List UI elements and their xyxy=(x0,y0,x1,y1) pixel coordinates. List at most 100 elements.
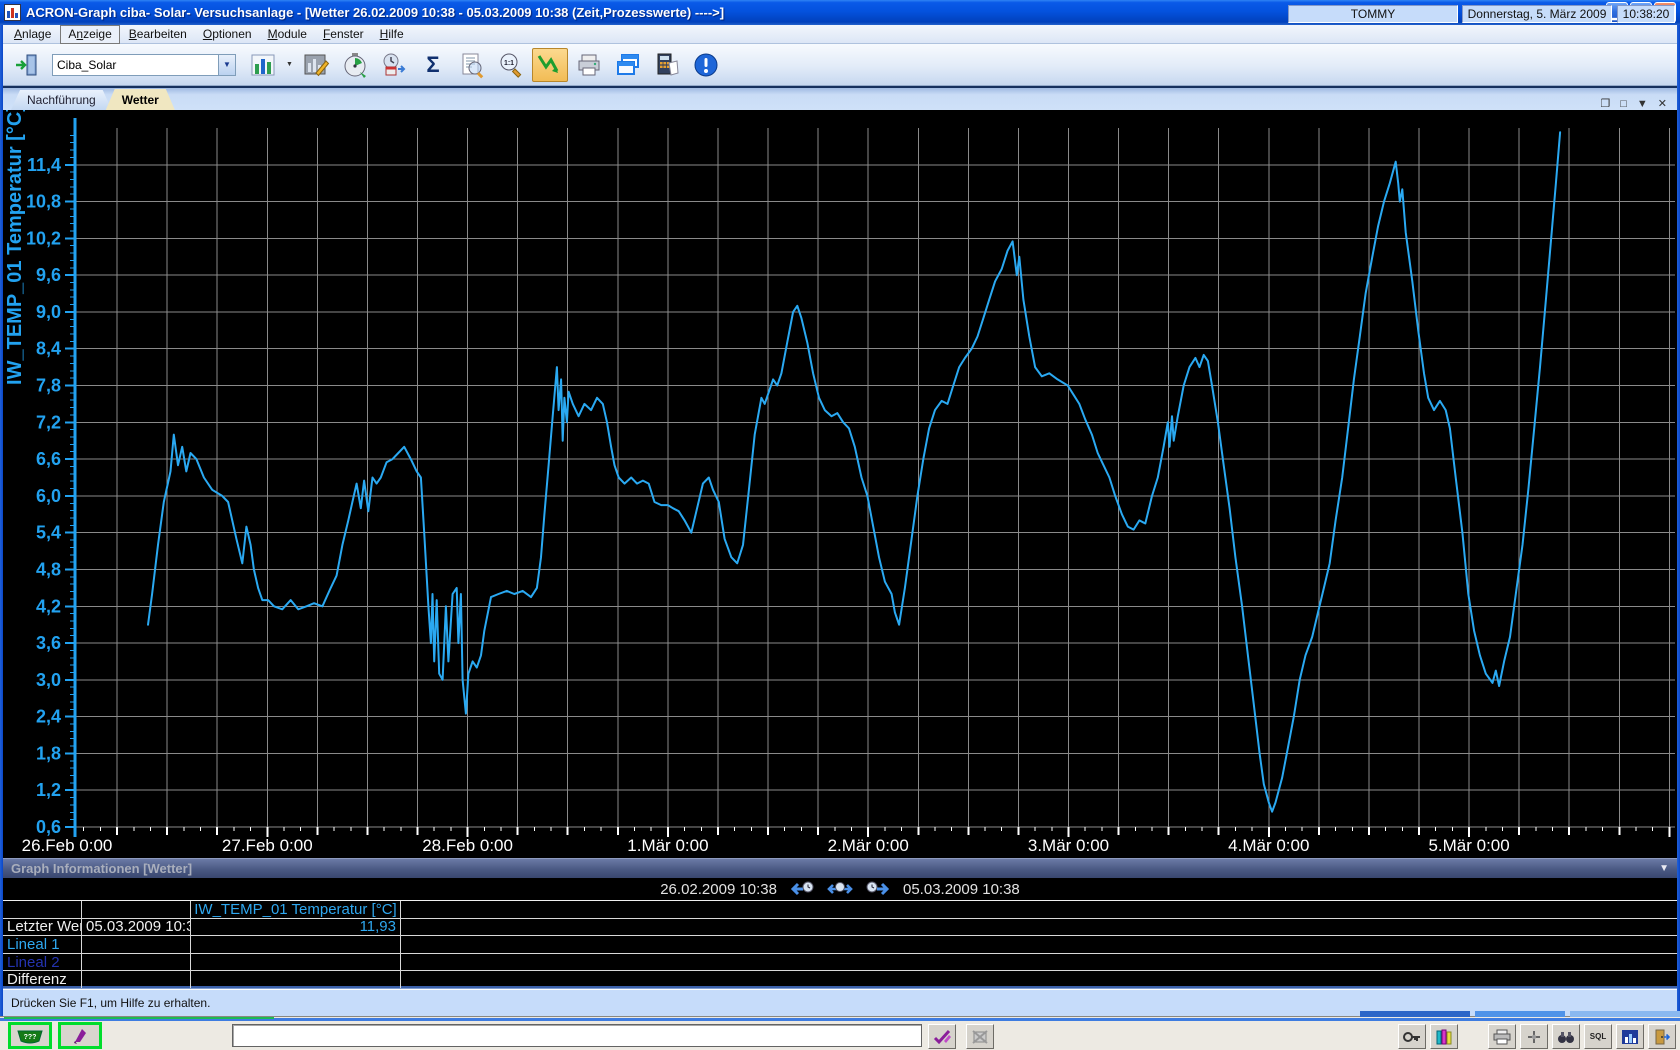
catalog-button[interactable] xyxy=(1430,1024,1458,1049)
tab-bar: Nachführung Wetter ❐ □ ▼ ✕ xyxy=(3,86,1677,110)
svg-text:10,8: 10,8 xyxy=(26,192,61,212)
calculator-button[interactable] xyxy=(649,48,685,82)
menu-item-hilfe[interactable]: Hilfe xyxy=(373,26,411,43)
app-icon xyxy=(4,4,21,21)
last-value-time: 05.03.2009 10:37 xyxy=(82,919,191,937)
info-button[interactable] xyxy=(688,48,724,82)
lineal1-value xyxy=(191,936,401,954)
one-to-one-magnifier-icon: 1:1 xyxy=(497,51,525,79)
svg-text:4.Mär 0:00: 4.Mär 0:00 xyxy=(1228,836,1309,855)
tab-list-dropdown-icon[interactable]: ▼ xyxy=(1637,98,1648,110)
window-tile-button[interactable] xyxy=(610,48,646,82)
svg-text:6,0: 6,0 xyxy=(36,486,61,506)
edit-disabled-button[interactable] xyxy=(966,1024,994,1049)
taskbar-app-button-2[interactable] xyxy=(58,1022,102,1049)
command-input[interactable] xyxy=(232,1024,922,1047)
tools-button[interactable] xyxy=(1520,1024,1548,1049)
taskbar-print-button[interactable] xyxy=(1488,1024,1516,1049)
doc-close-icon[interactable]: ✕ xyxy=(1658,97,1667,110)
edit-graph-button[interactable] xyxy=(298,48,334,82)
svg-text:11,4: 11,4 xyxy=(27,155,61,175)
svg-text:3,0: 3,0 xyxy=(36,670,61,690)
graph-info-header[interactable]: Graph Informationen [Wetter] ▼ xyxy=(3,858,1677,878)
svg-text:26.Feb 0:00: 26.Feb 0:00 xyxy=(22,836,113,855)
menu-item-bearbeiten[interactable]: Bearbeiten xyxy=(122,26,194,43)
time-shift-right-icon[interactable] xyxy=(865,881,889,897)
svg-text:IW_TEMP_01 Temperatur [°C]: IW_TEMP_01 Temperatur [°C] xyxy=(4,110,26,385)
row-label-lineal-2[interactable]: Lineal 2 xyxy=(3,954,82,972)
taskbar-exit-button[interactable] xyxy=(1648,1024,1676,1049)
table-cell xyxy=(401,971,1677,989)
row-label-lineal-1[interactable]: Lineal 1 xyxy=(3,936,82,954)
bar-chart-icon xyxy=(249,51,277,79)
row-label-letzter-wert: Letzter Wert xyxy=(3,919,82,937)
svg-text:7,8: 7,8 xyxy=(36,376,61,396)
statistics-button[interactable]: Σ xyxy=(415,48,451,82)
tab-nachfuehrung[interactable]: Nachführung xyxy=(11,90,112,110)
menu-item-anlage[interactable]: Anlage xyxy=(7,26,58,43)
differenz-time xyxy=(82,971,191,989)
svg-text:1:1: 1:1 xyxy=(504,60,514,67)
time-range-bar: 26.02.2009 10:38 05.03.2009 10:38 xyxy=(3,878,1677,900)
svg-text:0,6: 0,6 xyxy=(36,817,61,837)
lineal2-value xyxy=(191,954,401,972)
menu-item-optionen[interactable]: Optionen xyxy=(196,26,259,43)
books-icon xyxy=(1435,1028,1453,1046)
exit-door-icon xyxy=(1653,1029,1671,1045)
svg-text:9,0: 9,0 xyxy=(36,302,61,322)
edit-confirm-button[interactable] xyxy=(928,1024,956,1049)
chevron-down-icon[interactable]: ▼ xyxy=(1659,863,1669,874)
range-end: 05.03.2009 10:38 xyxy=(903,881,1020,898)
last-value: 11,93 xyxy=(191,919,401,937)
tab-wetter[interactable]: Wetter xyxy=(106,89,175,110)
taskbar-app-button-1[interactable]: ??? xyxy=(8,1022,52,1049)
tab-label: Nachführung xyxy=(27,93,96,107)
printer-icon xyxy=(575,51,603,79)
sigma-icon: Σ xyxy=(426,52,439,78)
statistics-view-button[interactable] xyxy=(1616,1024,1644,1049)
svg-text:???: ??? xyxy=(24,1034,37,1041)
clock-calendar-icon xyxy=(380,51,408,79)
graph-type-dropdown-icon[interactable]: ▼ xyxy=(284,48,295,82)
svg-text:9,6: 9,6 xyxy=(36,265,61,285)
row-label-differenz: Differenz xyxy=(3,971,82,989)
menu-bar: AnlageAnzeigeBearbeitenOptionenModuleFen… xyxy=(3,25,1677,44)
lineal2-time xyxy=(82,954,191,972)
search-button[interactable] xyxy=(1552,1024,1580,1049)
svg-text:2,4: 2,4 xyxy=(36,707,61,727)
background-window-fragment xyxy=(1570,1011,1680,1017)
project-combobox[interactable]: Ciba_Solar ▼ xyxy=(52,54,236,76)
time-shift-left-icon[interactable] xyxy=(791,881,815,897)
background-window-fragment xyxy=(1360,1011,1470,1017)
graph-type-button[interactable] xyxy=(245,48,281,82)
doc-maximize-icon[interactable]: □ xyxy=(1620,98,1627,110)
svg-text:1,8: 1,8 xyxy=(36,743,61,763)
stopwatch-icon xyxy=(341,51,369,79)
zoom-one-to-one-button[interactable]: 1:1 xyxy=(493,48,529,82)
menu-item-anzeige[interactable]: Anzeige xyxy=(60,25,119,44)
purple-check-icon xyxy=(933,1029,951,1045)
doc-restore-icon[interactable]: ❐ xyxy=(1600,97,1610,110)
sql-button[interactable]: SQL xyxy=(1584,1024,1612,1049)
combobox-dropdown-icon[interactable]: ▼ xyxy=(218,55,235,75)
report-magnifier-icon xyxy=(458,51,486,79)
table-cell xyxy=(401,901,1677,919)
report-preview-button[interactable] xyxy=(454,48,490,82)
time-shift-button[interactable] xyxy=(376,48,412,82)
svg-text:3.Mär 0:00: 3.Mär 0:00 xyxy=(1028,836,1109,855)
time-period-button[interactable] xyxy=(337,48,373,82)
menu-item-module[interactable]: Module xyxy=(261,26,314,43)
exit-button[interactable] xyxy=(9,48,45,82)
login-key-button[interactable] xyxy=(1398,1024,1426,1049)
lineal1-time xyxy=(82,936,191,954)
table-cell xyxy=(401,954,1677,972)
info-icon xyxy=(693,52,719,78)
time-range-icon[interactable] xyxy=(827,881,853,897)
trend-mode-button[interactable] xyxy=(532,48,568,82)
table-cell xyxy=(3,901,82,919)
key-icon xyxy=(1402,1030,1422,1044)
temperature-trend-chart[interactable]: 0,61,21,82,43,03,64,24,85,46,06,67,27,88… xyxy=(3,110,1677,858)
graph-info-title: Graph Informationen [Wetter] xyxy=(11,861,192,876)
print-button[interactable] xyxy=(571,48,607,82)
menu-item-fenster[interactable]: Fenster xyxy=(316,26,371,43)
